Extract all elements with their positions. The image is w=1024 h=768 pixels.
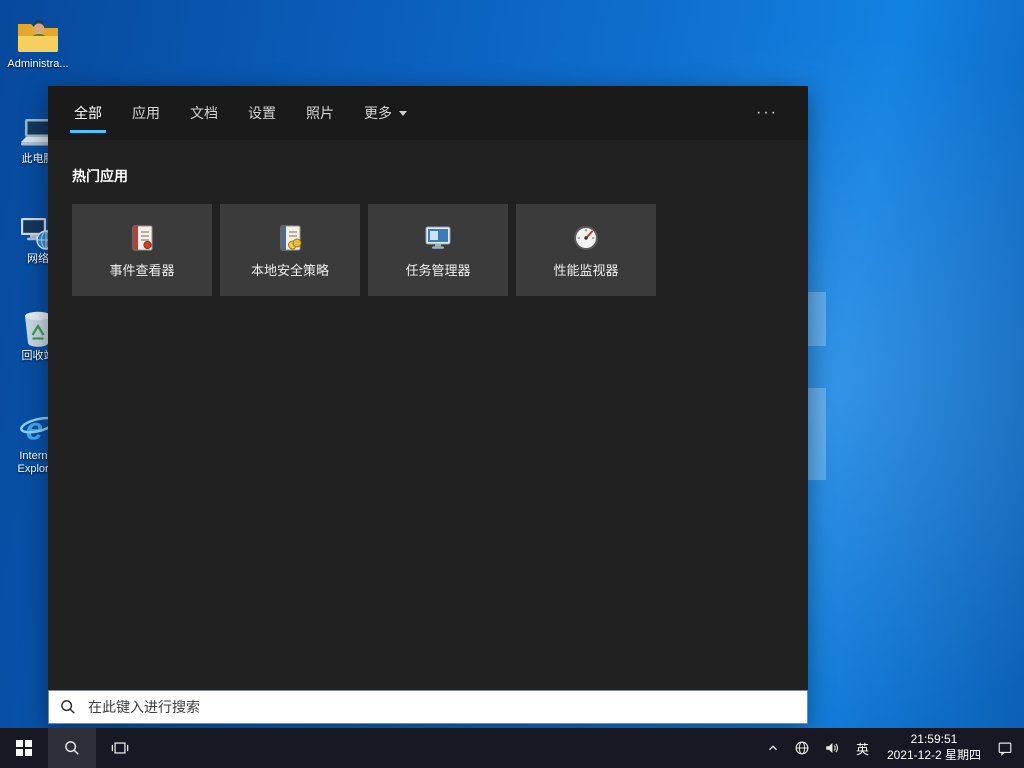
taskbar-search-button[interactable]	[48, 728, 96, 768]
app-tile-label: 任务管理器	[405, 262, 471, 278]
ime-indicator[interactable]: 英	[847, 728, 878, 768]
more-options-button[interactable]: ···	[750, 86, 784, 140]
tray-expand-button[interactable]	[759, 728, 787, 768]
windows-logo-icon	[16, 740, 32, 756]
task-view-icon	[111, 742, 129, 754]
tab-more[interactable]: 更多	[362, 86, 409, 140]
search-panel-body: 热门应用 事件查看器 本地安全策略 任务管理器 性能监视器	[48, 140, 808, 690]
ellipsis-icon: ···	[756, 104, 778, 121]
tab-label: 文档	[190, 105, 218, 121]
tab-apps[interactable]: 应用	[130, 86, 162, 140]
tab-settings[interactable]: 设置	[246, 86, 278, 140]
task-view-button[interactable]	[96, 728, 144, 768]
app-tile-label: 本地安全策略	[250, 262, 329, 278]
network-tray-button[interactable]	[787, 728, 817, 768]
clock-time: 21:59:51	[910, 732, 958, 747]
section-title: 热门应用	[72, 168, 128, 184]
globe-icon	[795, 741, 809, 755]
administrator-folder-icon	[16, 10, 60, 56]
app-tile-local-security-policy[interactable]: 本地安全策略	[220, 204, 360, 296]
search-input[interactable]	[86, 698, 797, 716]
start-button[interactable]	[0, 728, 48, 768]
clock-date: 2021-12-2 星期四	[886, 748, 981, 762]
app-tile-task-manager[interactable]: 任务管理器	[368, 204, 508, 296]
tab-label: 更多	[364, 105, 392, 121]
tab-label: 设置	[248, 105, 276, 121]
taskbar: 英 21:59:51 2021-12-2 星期四	[0, 728, 1024, 768]
chevron-down-icon	[399, 110, 407, 116]
tab-label: 全部	[74, 105, 102, 121]
desktop-icon-label: Administra...	[7, 58, 69, 70]
search-filter-tabs: 全部 应用 文档 设置 照片 更多 ···	[48, 86, 808, 140]
task-manager-icon	[425, 226, 451, 249]
tab-photos[interactable]: 照片	[304, 86, 336, 140]
desktop-icon-label: 网络	[27, 253, 49, 265]
tab-label: 应用	[132, 105, 160, 121]
desktop: Administra... 此电脑 网络 回收站 e Internet Expl…	[0, 0, 1024, 768]
search-panel: 全部 应用 文档 设置 照片 更多 ··· 热门应用 事件查看器 本地安全策略 …	[48, 86, 808, 724]
top-apps-tiles: 事件查看器 本地安全策略 任务管理器 性能监视器	[72, 204, 784, 296]
taskbar-clock[interactable]: 21:59:51 2021-12-2 星期四	[878, 728, 990, 768]
svg-text:e: e	[26, 411, 43, 446]
volume-icon	[826, 743, 838, 753]
tab-documents[interactable]: 文档	[188, 86, 220, 140]
app-tile-label: 性能监视器	[553, 262, 619, 278]
tab-all[interactable]: 全部	[70, 86, 106, 140]
event-viewer-icon	[132, 225, 153, 251]
chevron-up-icon	[768, 745, 777, 751]
search-icon	[59, 698, 77, 716]
system-tray: 英 21:59:51 2021-12-2 星期四	[759, 728, 1024, 768]
security-policy-icon	[280, 225, 302, 251]
volume-tray-button[interactable]	[817, 728, 847, 768]
performance-monitor-icon	[574, 225, 598, 250]
desktop-icon-administrator[interactable]: Administra...	[4, 10, 72, 71]
search-bar	[48, 690, 808, 724]
app-tile-event-viewer[interactable]: 事件查看器	[72, 204, 212, 296]
action-center-button[interactable]	[990, 728, 1020, 768]
tab-label: 照片	[306, 105, 334, 121]
search-icon	[65, 741, 79, 755]
app-tile-label: 事件查看器	[109, 262, 175, 278]
action-center-icon	[998, 742, 1012, 756]
app-tile-performance-monitor[interactable]: 性能监视器	[516, 204, 656, 296]
